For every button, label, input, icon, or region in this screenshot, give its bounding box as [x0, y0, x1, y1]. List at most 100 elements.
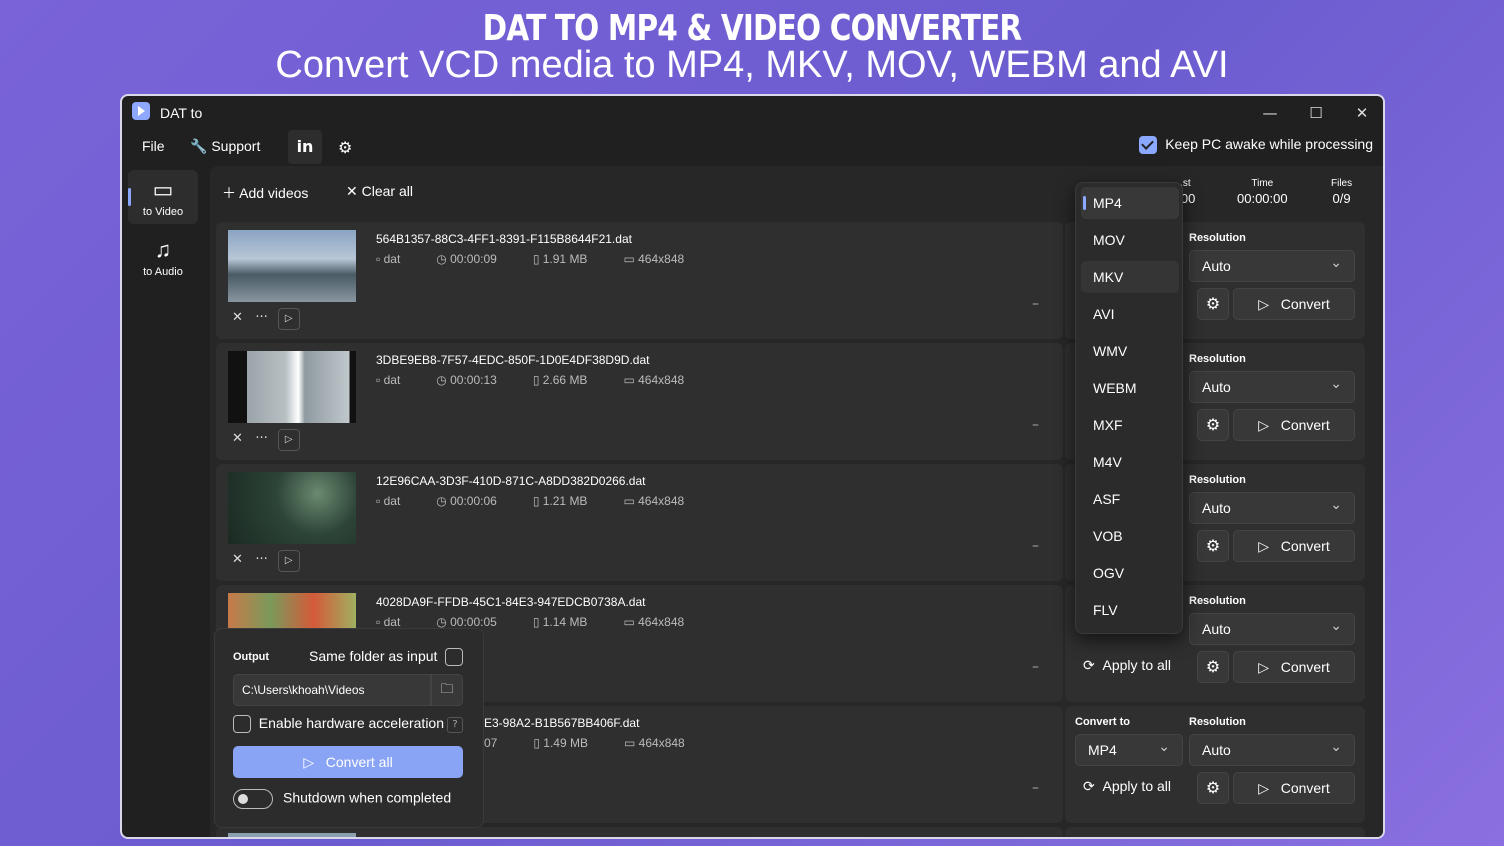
resolution-select[interactable]: Auto: [1189, 489, 1355, 524]
play-button[interactable]: ▷: [277, 550, 300, 572]
file-row: [216, 827, 1063, 837]
folder-icon[interactable]: 🗀: [431, 674, 463, 706]
convert-button[interactable]: ▷ Convert: [1233, 530, 1355, 562]
convert-all-button[interactable]: ▷ Convert all: [233, 746, 463, 778]
linkedin-button[interactable]: in: [288, 130, 322, 164]
format-option-m4v[interactable]: M4V: [1081, 446, 1179, 478]
file-duration: ◷ 00:00:05: [436, 615, 497, 629]
more-icon[interactable]: ···: [255, 310, 267, 325]
hw-accel-checkbox[interactable]: [233, 715, 251, 734]
video-thumbnail[interactable]: [228, 351, 356, 423]
same-folder-option[interactable]: Same folder as input: [309, 648, 464, 667]
file-size: ▯ 1.21 MB: [532, 494, 588, 508]
format-dropdown: MP4 MOV MKV AVI WMV WEBM MXF M4V ASF VOB…: [1075, 182, 1183, 634]
apply-to-all-button[interactable]: ⟳ Apply to all: [1083, 778, 1171, 795]
resolution-select[interactable]: Auto: [1189, 247, 1355, 282]
music-note-icon: ♫: [154, 237, 172, 262]
gear-icon[interactable]: ⚙: [1197, 772, 1229, 804]
format-option-asf[interactable]: ASF: [1081, 483, 1179, 515]
file-resolution: ▭ 464x848: [624, 736, 685, 750]
format-option-mkv[interactable]: MKV: [1081, 261, 1179, 293]
resolution-select[interactable]: Auto: [1189, 368, 1355, 403]
play-icon: ▷: [1258, 659, 1270, 675]
minimize-button[interactable]: —: [1247, 100, 1293, 126]
progress-dash: –: [1032, 417, 1039, 433]
file-meta: ▫ dat ◷ 00:00:05 ▯ 1.14 MB ▭ 464x848: [376, 615, 720, 629]
resolution-label: Resolution: [1189, 232, 1246, 244]
convert-button[interactable]: ▷ Convert: [1233, 651, 1355, 683]
format-option-webm[interactable]: WEBM: [1081, 372, 1179, 404]
hw-accel-option[interactable]: Enable hardware acceleration: [233, 715, 444, 734]
file-size: ▯ 1.91 MB: [532, 252, 588, 266]
convert-button[interactable]: ▷ Convert: [1233, 772, 1355, 804]
more-icon[interactable]: ···: [255, 552, 267, 567]
menu-bar: File 🔧 Support in ⚙ Keep PC awake while …: [122, 130, 1383, 166]
resolution-select[interactable]: Auto: [1189, 610, 1355, 645]
remove-icon[interactable]: ✕: [232, 552, 243, 567]
app-logo-icon: [132, 102, 150, 120]
stat-files: Files 0/9: [1331, 178, 1353, 206]
video-thumbnail[interactable]: [228, 230, 356, 302]
shutdown-toggle[interactable]: [233, 789, 273, 809]
community-icon[interactable]: ⚙: [338, 138, 352, 158]
convert-button[interactable]: ▷ Convert: [1233, 288, 1355, 320]
row-controls: ✕ ··· ▷: [232, 550, 300, 572]
resolution-select[interactable]: Auto: [1189, 731, 1355, 766]
play-icon: ▷: [1258, 417, 1270, 433]
more-icon[interactable]: ···: [255, 431, 267, 446]
app-window: DAT to — ☐ ✕ File 🔧 Support in ⚙ Keep PC…: [120, 94, 1385, 839]
keep-awake-checkbox[interactable]: [1139, 136, 1158, 155]
row-controls: ✕ ··· ▷: [232, 429, 300, 451]
play-button[interactable]: ▷: [277, 429, 300, 451]
keep-awake-option[interactable]: Keep PC awake while processing: [1139, 136, 1373, 155]
file-name: 12E96CAA-3D3F-410D-871C-A8DD382D0266.dat: [376, 474, 646, 488]
file-resolution: ▭ 464x848: [623, 615, 685, 629]
play-button[interactable]: ▷: [277, 308, 300, 330]
convert-button[interactable]: ▷ Convert: [1233, 409, 1355, 441]
format-option-wmv[interactable]: WMV: [1081, 335, 1179, 367]
format-option-avi[interactable]: AVI: [1081, 298, 1179, 330]
gear-icon[interactable]: ⚙: [1197, 530, 1229, 562]
format-option-ogv[interactable]: OGV: [1081, 557, 1179, 589]
format-option-flv[interactable]: FLV: [1081, 594, 1179, 626]
same-folder-checkbox[interactable]: [445, 648, 464, 667]
resolution-label: Resolution: [1189, 595, 1246, 607]
gear-icon[interactable]: ⚙: [1197, 409, 1229, 441]
resolution-label: Resolution: [1189, 716, 1246, 728]
maximize-button[interactable]: ☐: [1293, 100, 1339, 126]
menu-file[interactable]: File: [142, 138, 165, 154]
sidebar-item-to-audio[interactable]: ♫ to Audio: [128, 230, 198, 284]
format-option-mp4[interactable]: MP4: [1081, 187, 1179, 219]
shutdown-option[interactable]: Shutdown when completed: [233, 789, 451, 809]
format-option-vob[interactable]: VOB: [1081, 520, 1179, 552]
add-videos-button[interactable]: ＋ Add videos: [222, 183, 308, 203]
clear-all-button[interactable]: ✕ Clear all: [346, 183, 413, 200]
format-option-mov[interactable]: MOV: [1081, 224, 1179, 256]
file-meta: 07 ▯ 1.49 MB ▭ 464x848: [484, 736, 721, 750]
apply-to-all-button[interactable]: ⟳ Apply to all: [1083, 657, 1171, 674]
format-select[interactable]: MP4: [1075, 731, 1183, 766]
title-bar: DAT to — ☐ ✕: [122, 96, 1383, 130]
resolution-label: Resolution: [1189, 353, 1246, 365]
progress-dash: –: [1032, 296, 1039, 312]
convert-options-panel: Convert to Resolution MP4 Auto ⟳ Apply t…: [1065, 706, 1365, 823]
gear-icon[interactable]: ⚙: [1197, 651, 1229, 683]
gear-icon[interactable]: ⚙: [1197, 288, 1229, 320]
output-path-field[interactable]: C:\Users\khoah\Videos: [233, 674, 431, 706]
video-thumbnail[interactable]: [228, 472, 356, 544]
sync-icon: ⟳: [1083, 657, 1095, 673]
close-button[interactable]: ✕: [1339, 100, 1383, 126]
remove-icon[interactable]: ✕: [232, 310, 243, 325]
toolbar: ＋ Add videos ✕ Clear all ...st0:00 Time0…: [210, 166, 1383, 218]
file-duration: 07: [484, 736, 498, 750]
remove-icon[interactable]: ✕: [232, 431, 243, 446]
sidebar-item-to-video[interactable]: ▭ to Video: [128, 170, 198, 224]
play-icon: ▷: [1258, 538, 1270, 554]
output-panel: Output Same folder as input C:\Users\kho…: [214, 628, 484, 828]
menu-support[interactable]: 🔧 Support: [190, 138, 260, 155]
help-icon[interactable]: ?: [447, 717, 463, 733]
play-icon: ▷: [1258, 296, 1270, 312]
video-thumbnail[interactable]: [228, 833, 356, 837]
format-option-mxf[interactable]: MXF: [1081, 409, 1179, 441]
plus-icon: ＋: [222, 185, 236, 201]
